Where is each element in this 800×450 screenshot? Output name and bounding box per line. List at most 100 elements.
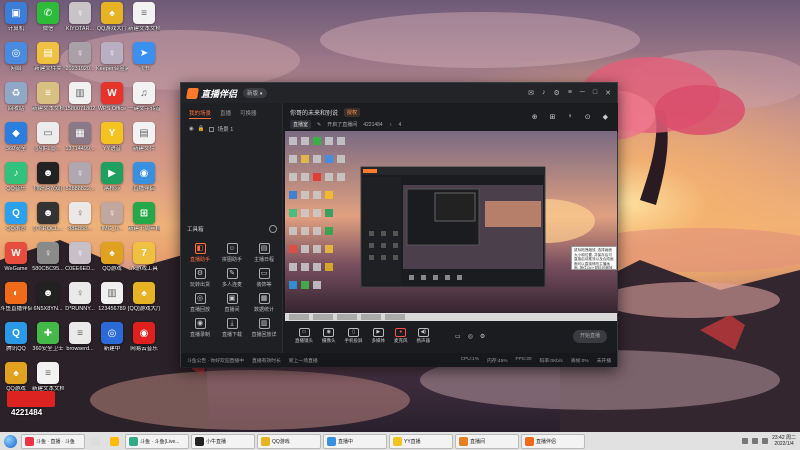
desktop-icon[interactable]: ♀ D*RUNNY...	[64, 282, 96, 324]
taskbar-item[interactable]: 直播间	[455, 433, 519, 449]
toolbar-icon[interactable]: ◎	[468, 333, 473, 340]
volume-icon[interactable]	[762, 438, 769, 444]
desktop-icon[interactable]: ≡ 新建文本文档	[128, 2, 160, 44]
desktop-icon[interactable]: ✆ 微信	[32, 2, 64, 44]
desktop-icon[interactable]: ♪ QQ音乐	[0, 162, 32, 204]
taskbar-item[interactable]: 斗鱼 · 斗鱼(Live...	[125, 433, 189, 449]
taskbar-item[interactable]	[87, 434, 104, 449]
tool-item[interactable]: ◎ 直播回放	[185, 293, 215, 313]
desktop-icon[interactable]: ◆ 360安全	[0, 122, 32, 164]
scene-row[interactable]: ◉ 🔒 场景 1	[181, 122, 282, 136]
toolbar-icon[interactable]: ▭	[455, 333, 461, 340]
source-button[interactable]: ◀) 扬声器	[417, 328, 430, 344]
tool-item[interactable]: ▥ 直播回放详	[249, 318, 279, 338]
desktop-icon[interactable]: ♫ 一键文字转音频	[128, 82, 160, 124]
header-icon[interactable]: ⊙	[585, 113, 591, 121]
tool-item[interactable]: ▦ 数据统计	[249, 293, 279, 313]
desktop-icon[interactable]: Q QQ浏览	[0, 202, 32, 244]
desktop-icon[interactable]: Y YY语音	[96, 122, 128, 164]
version-badge[interactable]: 新版 ●	[243, 88, 267, 98]
desktop-icon[interactable]: ♀ KIYOTAR...	[64, 2, 96, 44]
desktop-icon[interactable]: ≡ 新建文本文档 (2)	[32, 82, 64, 124]
window-control-icon[interactable]: ♪	[542, 89, 546, 97]
source-button[interactable]: ◉ 摄像头	[322, 328, 336, 344]
desktop-icon[interactable]: ▤ 新建文件夹	[32, 42, 64, 84]
desktop-icon[interactable]: ♀ Keeper合金装备合集	[96, 42, 128, 84]
desktop-icon[interactable]: ♠ QQ游戏大厅	[96, 2, 128, 44]
header-icon[interactable]: ◆	[603, 113, 608, 121]
desktop-icon[interactable]: ♀ 82888822...	[64, 162, 96, 204]
tool-item[interactable]: ◧ 直播助手	[185, 243, 215, 263]
tool-item[interactable]: ✎ 多人连麦	[217, 268, 247, 288]
taskbar-item[interactable]: 小牛直播	[191, 433, 255, 449]
eye-icon[interactable]: ◉	[189, 126, 194, 132]
desktop-icon[interactable]: ☻ 6N5X8YN...	[32, 282, 64, 324]
desktop-icon[interactable]: ☻ [7%RQCL...	[32, 202, 64, 244]
desktop-icon[interactable]: W WPS Office	[96, 82, 128, 124]
desktop-icon[interactable]: ♠ QQ游戏	[96, 242, 128, 284]
taskbar-item[interactable]: 直播伴侣	[521, 433, 585, 449]
tool-item[interactable]: ⚙ 玩转出货	[185, 268, 215, 288]
desktop-icon[interactable]: ⊞ 新建十周年档案	[128, 202, 160, 244]
source-button[interactable]: ▶ 多媒体	[372, 328, 385, 344]
taskbar-item[interactable]: QQ游戏	[257, 433, 321, 449]
tool-item[interactable]: ◉ 直播录制	[185, 318, 215, 338]
start-button[interactable]	[0, 432, 20, 450]
desktop-icon[interactable]: ▭ [闪]FL@...	[32, 122, 64, 164]
desktop-icon[interactable]: ♀ 20231020...	[64, 42, 96, 84]
desktop-icon[interactable]: W WeGame	[0, 242, 32, 284]
desktop-icon[interactable]: ◉ 直播伴侣	[128, 162, 160, 204]
window-control-icon[interactable]: ✉	[528, 89, 534, 97]
desktop-icon[interactable]: Q 腾讯QQ	[0, 322, 32, 364]
source-button[interactable]: ♦ 麦克风	[394, 328, 408, 344]
desktop-icon[interactable]: ▥ 1580071802	[64, 82, 96, 124]
tray-icon[interactable]	[742, 438, 749, 444]
tool-item[interactable]: ⤓ 直播下载	[217, 318, 247, 338]
taskbar-item[interactable]: YY直播	[389, 433, 453, 449]
header-icon[interactable]: ⊕	[532, 113, 538, 121]
window-control-icon[interactable]: ✕	[605, 89, 611, 97]
header-icon[interactable]: ⊞	[550, 113, 556, 121]
window-control-icon[interactable]: □	[593, 89, 597, 97]
taskbar-item[interactable]: 直播中	[323, 433, 387, 449]
scene-checkbox[interactable]	[208, 126, 214, 132]
tool-item[interactable]: ☺ 拼图助手	[217, 243, 247, 263]
desktop-icon[interactable]: ≡ browserd...	[64, 322, 96, 364]
desktop-icon[interactable]: ✚ 360安全卫士	[32, 322, 64, 364]
desktop-icon[interactable]: ◉ 网易云音乐	[128, 322, 160, 364]
desktop-icon[interactable]: ♠ [QQ]游戏大厅(游戏...	[128, 282, 160, 324]
network-icon[interactable]	[752, 438, 759, 444]
edit-icon[interactable]: ✎	[317, 122, 321, 128]
desktop-icon[interactable]: ◐ 斗鱼直播伴侣	[0, 282, 32, 324]
clock[interactable]: 23:42 周二 2022/1/4	[772, 435, 796, 447]
desktop-icon[interactable]: ▤ 新建文件	[128, 122, 160, 164]
desktop-icon[interactable]: ▶ 喀秋莎	[96, 162, 128, 204]
desktop-icon[interactable]: ▣ 计算机	[0, 2, 32, 44]
toolbar-icon[interactable]: ⚙	[480, 333, 485, 340]
desktop-icon[interactable]: ◎ 新建中	[96, 322, 128, 364]
tool-item[interactable]: ▭ 装饰等	[249, 268, 279, 288]
source-button[interactable]: ▯ 手机投屏	[345, 328, 363, 344]
start-live-button[interactable]: 开始直播	[573, 329, 607, 343]
desktop-icon[interactable]: ♀ IMG_0...	[96, 202, 128, 244]
tool-item[interactable]: ▣ 直播间	[217, 293, 247, 313]
stream-preview[interactable]	[285, 131, 617, 321]
desktop-icon[interactable]: ♀ 580CBC95...	[32, 242, 64, 284]
desktop-icon[interactable]: ◎ 网络	[0, 42, 32, 84]
tab-0[interactable]: 我的场景	[189, 109, 212, 119]
title-bar[interactable]: 直播伴侣 新版 ● ✉ ♪ ⚙ ≡ ─ □ ✕	[181, 83, 617, 103]
tab-2[interactable]: 可换器	[240, 109, 257, 119]
desktop-icon[interactable]: ♀ 88E858...	[64, 202, 96, 244]
taskbar-item[interactable]: 斗鱼 · 直播 · 斗鱼	[21, 433, 85, 449]
room-button[interactable]: 直播室	[290, 120, 312, 129]
desktop-icon[interactable]: 7 7k游戏工具	[128, 242, 160, 284]
desktop-icon[interactable]: ▦ 13714499...	[64, 122, 96, 164]
desktop-icon[interactable]: ♀ C0EE6ED...	[64, 242, 96, 284]
desktop-icon[interactable]: ➤ 飞书	[128, 42, 160, 84]
header-icon[interactable]: ♀	[567, 113, 572, 121]
desktop-icon[interactable]: ♻ 回收站	[0, 82, 32, 124]
lock-icon[interactable]: 🔒	[198, 126, 205, 132]
tab-1[interactable]: 直播	[220, 109, 231, 119]
window-control-icon[interactable]: ⚙	[554, 89, 560, 97]
window-control-icon[interactable]: ≡	[568, 89, 572, 97]
